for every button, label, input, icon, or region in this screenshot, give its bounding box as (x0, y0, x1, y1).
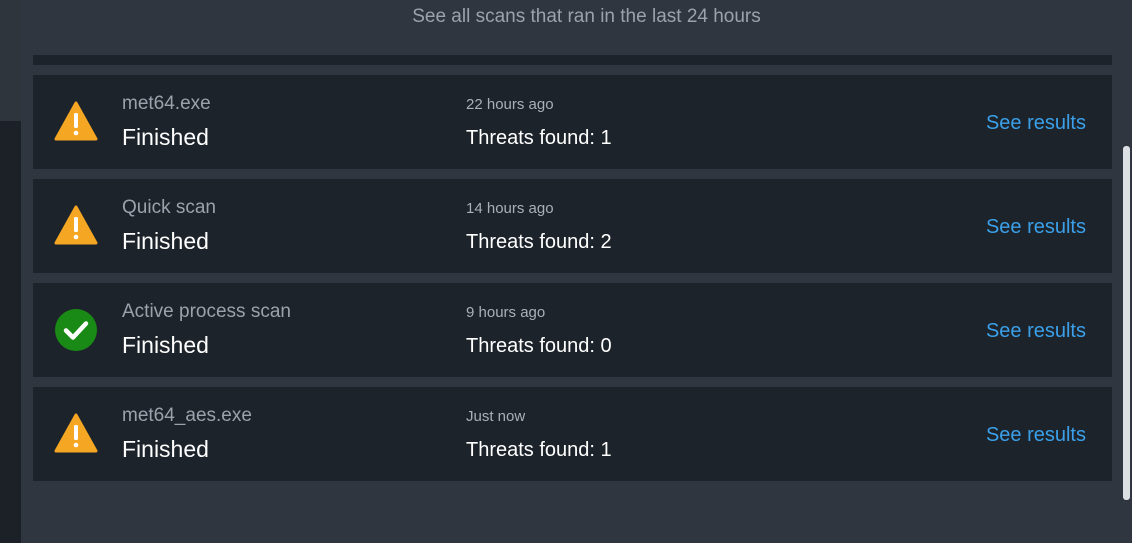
scan-status: Finished (122, 124, 209, 150)
scan-status: Finished (122, 436, 209, 462)
check-circle-icon (54, 308, 98, 352)
warning-icon (54, 204, 98, 248)
scan-name: met64.exe (122, 93, 211, 114)
scan-time: 14 hours ago (466, 200, 554, 217)
threats-found: Threats found: 2 (466, 231, 612, 253)
scan-time: 22 hours ago (466, 96, 554, 113)
warning-icon (54, 100, 98, 144)
left-panel-edge-top (0, 0, 21, 121)
scan-name: Quick scan (122, 197, 216, 218)
scan-row-active-process-scan: Active process scan Finished 9 hours ago… (33, 283, 1112, 377)
see-results-link[interactable]: See results (986, 424, 1086, 447)
scan-time: Just now (466, 408, 526, 425)
scan-row-met64-aes: met64_aes.exe Finished Just now Threats … (33, 387, 1112, 481)
scan-status: Finished (122, 332, 209, 358)
scan-history-subtitle: See all scans that ran in the last 24 ho… (21, 0, 1132, 34)
threats-found: Threats found: 1 (466, 127, 612, 149)
scan-list: met64.exe Finished 22 hours ago Threats … (33, 75, 1112, 491)
scan-name: met64_aes.exe (122, 405, 252, 426)
list-top-strip (33, 55, 1112, 65)
see-results-link[interactable]: See results (986, 112, 1086, 135)
see-results-link[interactable]: See results (986, 320, 1086, 343)
scan-status: Finished (122, 228, 209, 254)
scan-name: Active process scan (122, 301, 291, 322)
scan-row-met64: met64.exe Finished 22 hours ago Threats … (33, 75, 1112, 169)
subtitle-text: See all scans that ran in the last 24 ho… (412, 6, 761, 27)
warning-icon (54, 412, 98, 456)
see-results-link[interactable]: See results (986, 216, 1086, 239)
scan-time: 9 hours ago (466, 304, 546, 321)
scan-row-quick-scan: Quick scan Finished 14 hours ago Threats… (33, 179, 1112, 273)
threats-found: Threats found: 0 (466, 335, 612, 357)
scrollbar-thumb[interactable] (1123, 146, 1130, 500)
threats-found: Threats found: 1 (466, 439, 612, 461)
